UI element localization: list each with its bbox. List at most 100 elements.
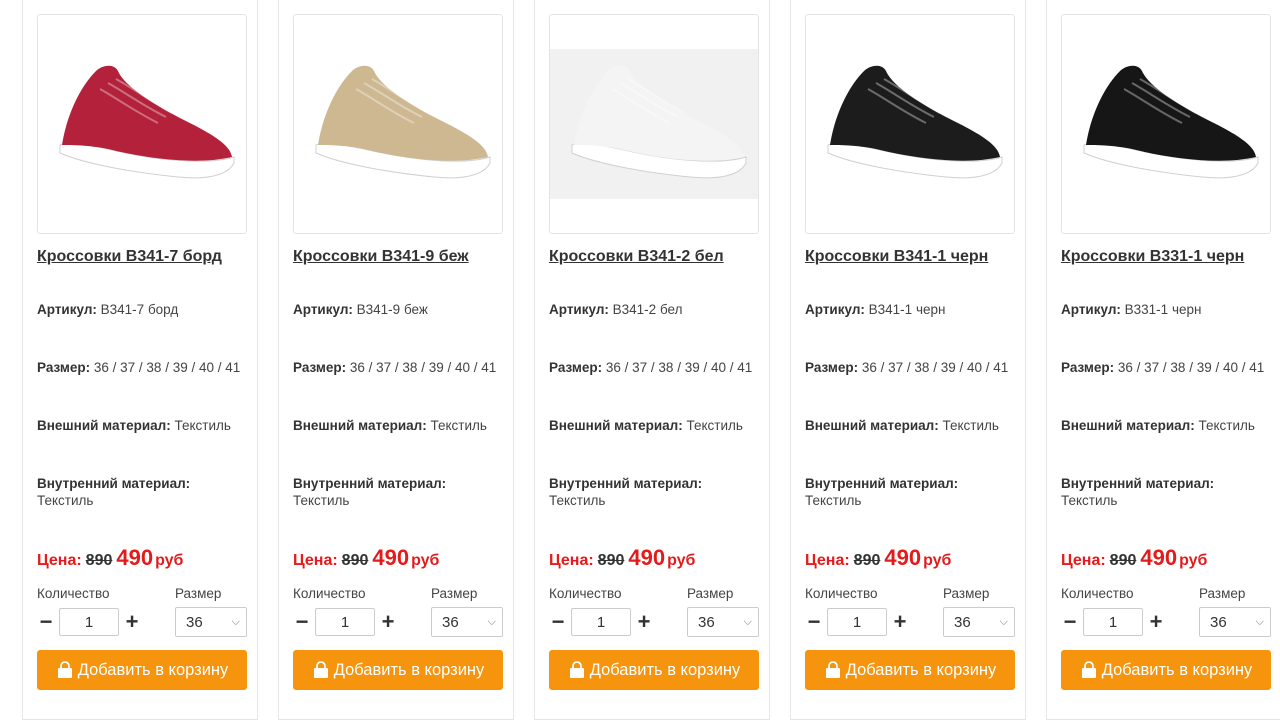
size-range-row: Размер: 36 / 37 / 38 / 39 / 40 / 41: [805, 360, 1009, 375]
chevron-down-icon: ⌵: [231, 615, 240, 628]
inner-material-row: Внутренний материал: Текстиль: [293, 476, 447, 508]
product-image[interactable]: [549, 14, 759, 234]
quantity-label: Количество: [805, 586, 878, 601]
inner-material-row: Внутренний материал: Текстиль: [1061, 476, 1215, 508]
product-image[interactable]: [37, 14, 247, 234]
new-price: 490: [1140, 545, 1178, 570]
size-select[interactable]: 36 ⌵: [175, 607, 247, 637]
product-title[interactable]: Кроссовки B341-9 беж: [293, 248, 508, 266]
inner-material-row: Внутренний материал: Текстиль: [37, 476, 191, 508]
price-row: Цена: 890 490 руб: [805, 545, 952, 570]
chevron-down-icon: ⌵: [487, 615, 496, 628]
old-price: 890: [597, 552, 625, 569]
product-image[interactable]: [1061, 14, 1271, 234]
product-image[interactable]: [293, 14, 503, 234]
old-price: 890: [853, 552, 881, 569]
minus-icon[interactable]: −: [293, 607, 311, 637]
add-to-cart-button[interactable]: Добавить в корзину: [549, 650, 759, 690]
article-row: Артикул: B341-2 бел: [549, 302, 683, 317]
size-select-label: Размер: [1199, 586, 1246, 601]
product-card: Кроссовки B331-1 черн Артикул: B331-1 че…: [1046, 0, 1280, 720]
sneaker-image: [315, 65, 491, 179]
size-select[interactable]: 36 ⌵: [687, 607, 759, 637]
size-range-row: Размер: 36 / 37 / 38 / 39 / 40 / 41: [1061, 360, 1265, 375]
quantity-label: Количество: [1061, 586, 1134, 601]
size-select-label: Размер: [431, 586, 478, 601]
article-row: Артикул: B341-1 черн: [805, 302, 946, 317]
outer-material-row: Внешний материал: Текстиль: [293, 418, 487, 433]
quantity-label: Количество: [293, 586, 366, 601]
size-range-row: Размер: 36 / 37 / 38 / 39 / 40 / 41: [293, 360, 497, 375]
inner-material-row: Внутренний материал: Текстиль: [549, 476, 703, 508]
shopping-bag-icon: [825, 661, 840, 678]
size-select-label: Размер: [175, 586, 222, 601]
product-card: Кроссовки B341-2 бел Артикул: B341-2 бел…: [534, 0, 770, 720]
shopping-bag-icon: [569, 661, 584, 678]
shopping-bag-icon: [313, 661, 328, 678]
price-row: Цена: 890 490 руб: [549, 545, 696, 570]
price-row: Цена: 890 490 руб: [37, 545, 184, 570]
sneaker-image: [1083, 65, 1259, 179]
product-card: Кроссовки B341-9 беж Артикул: B341-9 беж…: [278, 0, 514, 720]
product-card: Кроссовки B341-7 борд Артикул: B341-7 бо…: [22, 0, 258, 720]
new-price: 490: [628, 545, 666, 570]
outer-material-row: Внешний материал: Текстиль: [1061, 418, 1255, 433]
shopping-bag-icon: [57, 661, 72, 678]
chevron-down-icon: ⌵: [743, 615, 752, 628]
quantity-label: Количество: [37, 586, 110, 601]
product-card: Кроссовки B341-1 черн Артикул: B341-1 че…: [790, 0, 1026, 720]
chevron-down-icon: ⌵: [1255, 615, 1264, 628]
size-range-row: Размер: 36 / 37 / 38 / 39 / 40 / 41: [549, 360, 753, 375]
quantity-input[interactable]: [1083, 608, 1143, 636]
minus-icon[interactable]: −: [1061, 607, 1079, 637]
old-price: 890: [341, 552, 369, 569]
quantity-stepper: − +: [1061, 607, 1171, 637]
article-row: Артикул: B331-1 черн: [1061, 302, 1202, 317]
shopping-bag-icon: [1081, 661, 1096, 678]
article-row: Артикул: B341-9 беж: [293, 302, 428, 317]
quantity-stepper: − +: [293, 607, 403, 637]
size-select[interactable]: 36 ⌵: [1199, 607, 1271, 637]
quantity-label: Количество: [549, 586, 622, 601]
outer-material-row: Внешний материал: Текстиль: [805, 418, 999, 433]
add-to-cart-button[interactable]: Добавить в корзину: [805, 650, 1015, 690]
quantity-stepper: − +: [37, 607, 147, 637]
quantity-input[interactable]: [827, 608, 887, 636]
sneaker-image: [59, 65, 235, 179]
size-range-row: Размер: 36 / 37 / 38 / 39 / 40 / 41: [37, 360, 241, 375]
new-price: 490: [116, 545, 154, 570]
quantity-input[interactable]: [571, 608, 631, 636]
add-to-cart-button[interactable]: Добавить в корзину: [293, 650, 503, 690]
product-title[interactable]: Кроссовки B341-2 бел: [549, 248, 764, 266]
product-image[interactable]: [805, 14, 1015, 234]
minus-icon[interactable]: −: [805, 607, 823, 637]
minus-icon[interactable]: −: [37, 607, 55, 637]
plus-icon[interactable]: +: [379, 607, 397, 637]
quantity-stepper: − +: [549, 607, 659, 637]
plus-icon[interactable]: +: [635, 607, 653, 637]
size-select-label: Размер: [687, 586, 734, 601]
old-price: 890: [85, 552, 113, 569]
quantity-input[interactable]: [59, 608, 119, 636]
add-to-cart-button[interactable]: Добавить в корзину: [1061, 650, 1271, 690]
new-price: 490: [884, 545, 922, 570]
sneaker-image: [827, 65, 1003, 179]
product-title[interactable]: Кроссовки B341-1 черн: [805, 248, 1020, 266]
product-title[interactable]: Кроссовки B331-1 черн: [1061, 248, 1276, 266]
old-price: 890: [1109, 552, 1137, 569]
plus-icon[interactable]: +: [891, 607, 909, 637]
plus-icon[interactable]: +: [123, 607, 141, 637]
outer-material-row: Внешний материал: Текстиль: [549, 418, 743, 433]
size-select-label: Размер: [943, 586, 990, 601]
chevron-down-icon: ⌵: [999, 615, 1008, 628]
price-row: Цена: 890 490 руб: [293, 545, 440, 570]
minus-icon[interactable]: −: [549, 607, 567, 637]
add-to-cart-button[interactable]: Добавить в корзину: [37, 650, 247, 690]
quantity-input[interactable]: [315, 608, 375, 636]
size-select[interactable]: 36 ⌵: [431, 607, 503, 637]
plus-icon[interactable]: +: [1147, 607, 1165, 637]
product-title[interactable]: Кроссовки B341-7 борд: [37, 248, 252, 266]
sneaker-image: [550, 49, 758, 199]
quantity-stepper: − +: [805, 607, 915, 637]
size-select[interactable]: 36 ⌵: [943, 607, 1015, 637]
